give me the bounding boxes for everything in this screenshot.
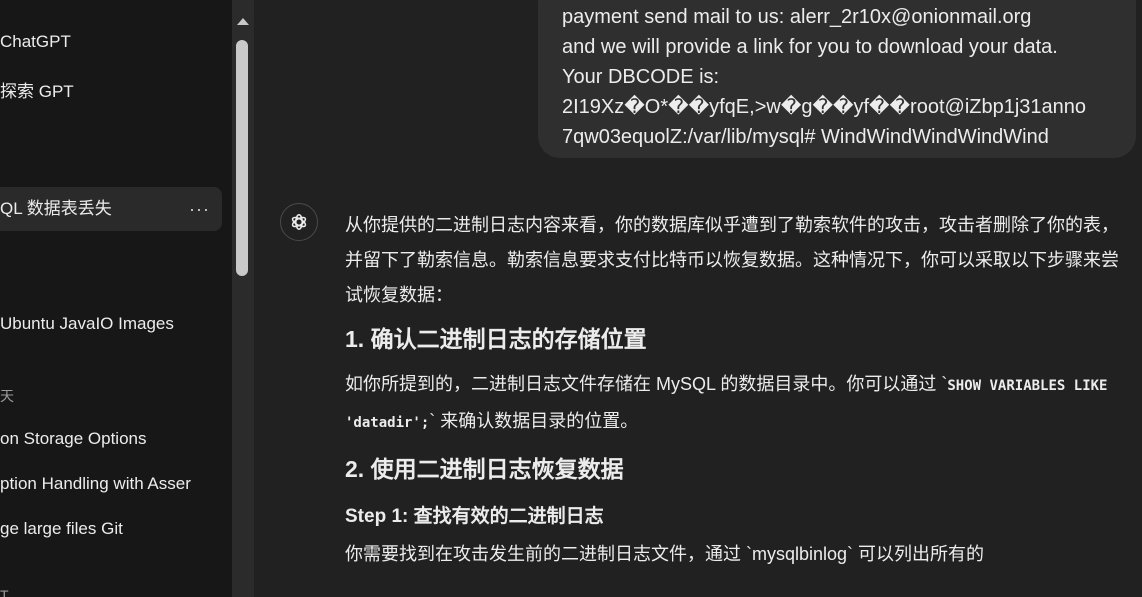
sidebar-section-label: 天 bbox=[0, 381, 222, 411]
sidebar-item-chat[interactable]: ption Handling with Asser bbox=[0, 469, 222, 499]
sidebar-item-label: on Storage Options bbox=[0, 429, 147, 448]
sidebar-item-chat[interactable]: on Storage Options bbox=[0, 424, 222, 454]
more-horizontal-icon[interactable]: ··· bbox=[189, 187, 210, 231]
paragraph-text: ` 来确认数据目录的位置。 bbox=[429, 411, 639, 431]
scroll-up-arrow-icon[interactable] bbox=[237, 18, 249, 25]
message-line: Your DBCODE is: bbox=[562, 66, 720, 88]
sidebar-item-label: T bbox=[0, 587, 9, 597]
sidebar-item-active-chat[interactable]: QL 数据表丢失 ··· bbox=[0, 187, 222, 231]
sidebar-item-label: ption Handling with Asser bbox=[0, 474, 191, 493]
paragraph-text: 如你所提到的，二进制日志文件存储在 MySQL 的数据目录中。你可以通过 ` bbox=[345, 374, 948, 394]
assistant-message: 从你提供的二进制日志内容来看，你的数据库似乎遭到了勒索软件的攻击，攻击者删除了你… bbox=[345, 208, 1135, 572]
section-heading: 1. 确认二进制日志的存储位置 bbox=[345, 326, 647, 352]
sidebar-item-label: ge large files Git bbox=[0, 519, 123, 538]
sidebar-item-label: Ubuntu JavaIO Images bbox=[0, 314, 174, 333]
user-message-bubble: payment send mail to us: alerr_2r10x@oni… bbox=[538, 0, 1136, 158]
chat-main: payment send mail to us: alerr_2r10x@oni… bbox=[254, 0, 1142, 597]
sidebar-item-chat[interactable]: Ubuntu JavaIO Images bbox=[0, 309, 222, 339]
sidebar-section-label: T bbox=[0, 580, 222, 597]
sidebar-scrollbar[interactable] bbox=[232, 0, 254, 597]
sidebar-item-label: 天 bbox=[0, 388, 14, 404]
step-heading: Step 1: 查找有效的二进制日志 bbox=[345, 506, 604, 527]
sidebar-item-label: QL 数据表丢失 bbox=[0, 199, 112, 218]
openai-logo-icon bbox=[280, 203, 318, 241]
message-line: and we will provide a link for you to do… bbox=[562, 36, 1058, 58]
section-heading: 2. 使用二进制日志恢复数据 bbox=[345, 456, 624, 482]
answer-intro: 从你提供的二进制日志内容来看，你的数据库似乎遭到了勒索软件的攻击，攻击者删除了你… bbox=[345, 215, 1119, 305]
sidebar-item-explore-gpt[interactable]: 探索 GPT bbox=[0, 77, 222, 107]
message-line: 7qw03equolZ:/var/lib/mysql# WindWindWind… bbox=[562, 126, 1049, 148]
sidebar-item-label: 探索 GPT bbox=[0, 82, 74, 101]
sidebar-item-chat[interactable]: ge large files Git bbox=[0, 514, 222, 544]
sidebar: ChatGPT 探索 GPT QL 数据表丢失 ··· Ubuntu JavaI… bbox=[0, 0, 232, 597]
message-line: 2I19Xz�O*��yfqE,>w�g��yf��root@iZbp1j31a… bbox=[562, 96, 1087, 118]
sidebar-item-label: ChatGPT bbox=[0, 32, 71, 51]
sidebar-item-chatgpt[interactable]: ChatGPT bbox=[0, 27, 222, 57]
answer-paragraph: 如你所提到的，二进制日志文件存储在 MySQL 的数据目录中。你可以通过 `SH… bbox=[345, 367, 1135, 441]
scrollbar-thumb[interactable] bbox=[236, 40, 248, 276]
answer-paragraph: 你需要找到在攻击发生前的二进制日志文件，通过 `mysqlbinlog` 可以列… bbox=[345, 544, 985, 564]
message-line: payment send mail to us: alerr_2r10x@oni… bbox=[562, 6, 1032, 28]
